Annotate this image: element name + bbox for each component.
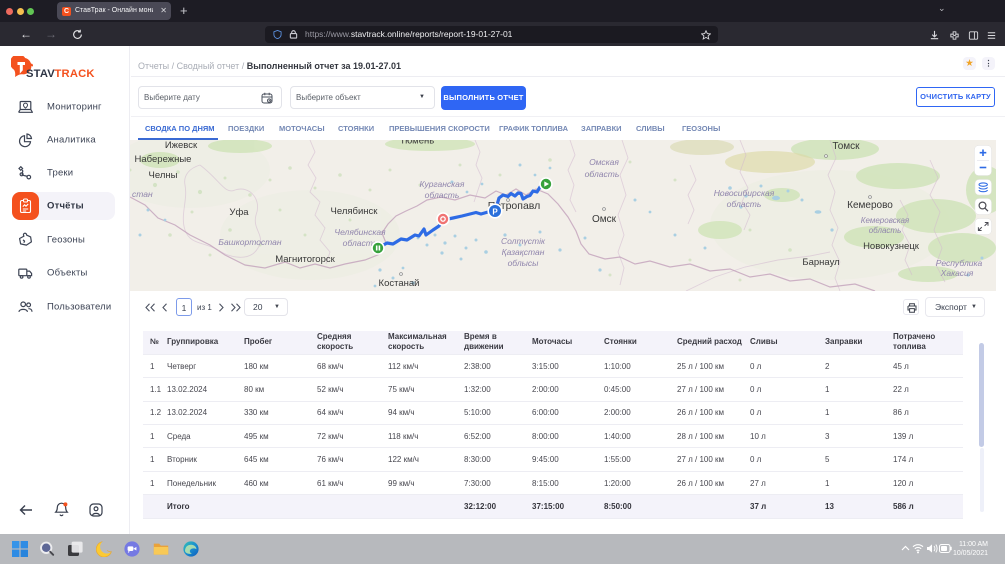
svg-text:облысы: облысы xyxy=(508,258,540,268)
svg-text:Кемеровская: Кемеровская xyxy=(861,216,910,225)
svg-text:Кемерово: Кемерово xyxy=(847,200,893,211)
svg-text:Хакасия: Хакасия xyxy=(940,268,974,278)
svg-text:Башкортостан: Башкортостан xyxy=(218,237,281,247)
svg-text:Челны: Челны xyxy=(149,170,178,181)
svg-text:область: область xyxy=(585,169,620,179)
svg-text:Новокузнецк: Новокузнецк xyxy=(863,241,920,252)
svg-text:Қазақстан: Қазақстан xyxy=(502,247,545,257)
svg-text:Магнитогорск: Магнитогорск xyxy=(275,254,335,265)
svg-text:Томск: Томск xyxy=(832,141,860,152)
svg-text:TRACK: TRACK xyxy=(55,68,95,80)
svg-text:область: область xyxy=(869,226,902,235)
svg-text:Челябинск: Челябинск xyxy=(331,206,379,217)
svg-text:область: область xyxy=(425,190,460,200)
svg-text:Омск: Омск xyxy=(592,214,617,225)
svg-text:Омская: Омская xyxy=(589,157,619,167)
svg-text:Набережные: Набережные xyxy=(135,154,192,165)
svg-text:P: P xyxy=(492,208,498,217)
svg-text:Тюмень: Тюмень xyxy=(400,140,434,147)
svg-text:Барнаул: Барнаул xyxy=(802,257,839,268)
svg-text:Новосибирская: Новосибирская xyxy=(714,188,775,198)
svg-text:Уфа: Уфа xyxy=(229,207,249,218)
svg-text:Ижевск: Ижевск xyxy=(165,140,198,151)
svg-text:Челябинская: Челябинская xyxy=(334,227,386,237)
svg-text:Курганская: Курганская xyxy=(420,179,465,189)
svg-text:Солтүстік: Солтүстік xyxy=(501,236,546,246)
svg-text:Республика: Республика xyxy=(936,258,983,268)
svg-text:область: область xyxy=(727,199,762,209)
svg-text:Костанай: Костанай xyxy=(379,278,420,289)
svg-text:стан: стан xyxy=(132,189,153,199)
svg-text:STAV: STAV xyxy=(26,68,55,80)
